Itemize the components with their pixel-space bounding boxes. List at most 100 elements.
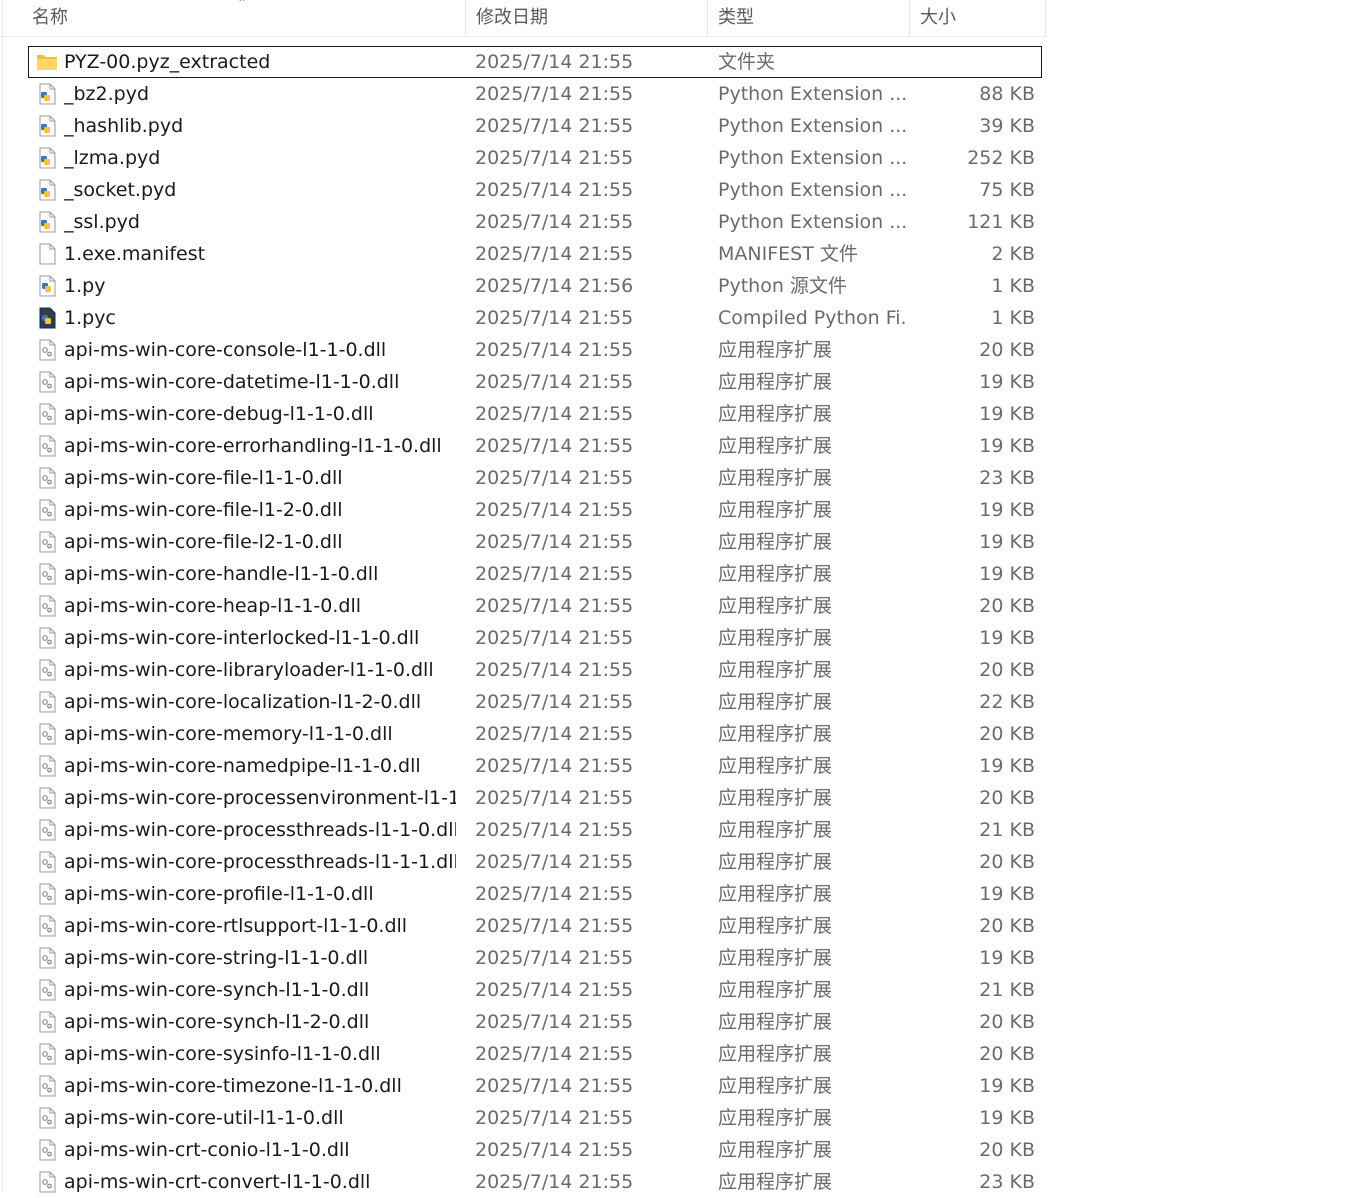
file-name: api-ms-win-core-profile-l1-1-0.dll (64, 883, 374, 905)
dll-icon (36, 339, 58, 361)
file-type: 应用程序扩展 (718, 1139, 833, 1161)
file-name: api-ms-win-core-processenvironment-l1-1-… (64, 787, 456, 809)
file-date: 2025/7/14 21:55 (475, 1075, 634, 1097)
file-row[interactable]: api-ms-win-core-file-l2-1-0.dll 2025/7/14… (0, 526, 1046, 558)
dll-icon (36, 499, 58, 521)
dll-icon (36, 595, 58, 617)
file-type: Python Extension ... (718, 147, 908, 169)
file-row[interactable]: api-ms-win-core-sysinfo-l1-1-0.dll 2025/7… (0, 1038, 1046, 1070)
file-type: 应用程序扩展 (718, 851, 833, 873)
python-extension-icon (36, 179, 58, 201)
file-name: api-ms-win-core-handle-l1-1-0.dll (64, 563, 379, 585)
file-row[interactable]: _bz2.pyd 2025/7/14 21:55 Python Extension … (0, 78, 1046, 110)
file-type: 文件夹 (718, 51, 776, 73)
file-name: _hashlib.pyd (64, 115, 184, 137)
file-row[interactable]: api-ms-win-core-rtlsupport-l1-1-0.dll 202… (0, 910, 1046, 942)
file-date: 2025/7/14 21:55 (475, 147, 634, 169)
file-date: 2025/7/14 21:55 (475, 883, 634, 905)
column-header-date[interactable]: 修改日期 (466, 0, 708, 36)
dll-icon (36, 659, 58, 681)
file-row[interactable]: _hashlib.pyd 2025/7/14 21:55 Python Extens… (0, 110, 1046, 142)
dll-icon (36, 531, 58, 553)
dll-icon (36, 979, 58, 1001)
file-type: 应用程序扩展 (718, 595, 833, 617)
file-date: 2025/7/14 21:55 (475, 1043, 634, 1065)
file-type: 应用程序扩展 (718, 435, 833, 457)
file-type: 应用程序扩展 (718, 819, 833, 841)
file-row[interactable]: api-ms-win-core-synch-l1-1-0.dll 2025/7/1… (0, 974, 1046, 1006)
file-date: 2025/7/14 21:55 (475, 531, 634, 553)
file-date: 2025/7/14 21:55 (475, 115, 634, 137)
file-row[interactable]: _lzma.pyd 2025/7/14 21:55 Python Extension… (0, 142, 1046, 174)
file-row[interactable]: api-ms-win-core-timezone-l1-1-0.dll 2025/… (0, 1070, 1046, 1102)
file-row[interactable]: api-ms-win-core-profile-l1-1-0.dll 2025/7… (0, 878, 1046, 910)
file-date: 2025/7/14 21:55 (475, 979, 634, 1001)
file-size: 20 KB (979, 723, 1035, 745)
file-row-selected[interactable]: PYZ-00.pyz_extracted 2025/7/14 21:55 文件夹 (0, 46, 1046, 78)
file-name: api-ms-win-core-sysinfo-l1-1-0.dll (64, 1043, 381, 1065)
dll-icon (36, 819, 58, 841)
file-size: 1 KB (991, 275, 1035, 297)
file-row[interactable]: api-ms-win-core-synch-l1-2-0.dll 2025/7/1… (0, 1006, 1046, 1038)
column-header-size[interactable]: 大小 (910, 0, 1046, 36)
file-date: 2025/7/14 21:55 (475, 755, 634, 777)
file-row[interactable]: api-ms-win-core-processthreads-l1-1-0.dl… (0, 814, 1046, 846)
file-row[interactable]: api-ms-win-core-util-l1-1-0.dll 2025/7/14… (0, 1102, 1046, 1134)
file-row[interactable]: _socket.pyd 2025/7/14 21:55 Python Extensi… (0, 174, 1046, 206)
file-row[interactable]: api-ms-win-core-errorhandling-l1-1-0.dll… (0, 430, 1046, 462)
dll-icon (36, 403, 58, 425)
file-row[interactable]: _ssl.pyd 2025/7/14 21:55 Python Extension … (0, 206, 1046, 238)
file-row[interactable]: api-ms-win-core-localization-l1-2-0.dll 2… (0, 686, 1046, 718)
file-row[interactable]: api-ms-win-crt-conio-l1-1-0.dll 2025/7/14… (0, 1134, 1046, 1166)
file-date: 2025/7/14 21:55 (475, 819, 634, 841)
file-date: 2025/7/14 21:55 (475, 915, 634, 937)
dll-icon (36, 915, 58, 937)
blank-file-icon (36, 243, 58, 265)
file-row[interactable]: api-ms-win-core-memory-l1-1-0.dll 2025/7/… (0, 718, 1046, 750)
column-header-type[interactable]: 类型 (708, 0, 910, 36)
file-date: 2025/7/14 21:55 (475, 595, 634, 617)
file-size: 20 KB (979, 851, 1035, 873)
file-date: 2025/7/14 21:55 (475, 563, 634, 585)
python-extension-icon (36, 211, 58, 233)
file-row[interactable]: api-ms-win-core-file-l1-1-0.dll 2025/7/14… (0, 462, 1046, 494)
file-row[interactable]: api-ms-win-core-interlocked-l1-1-0.dll 20… (0, 622, 1046, 654)
file-row[interactable]: 1.py 2025/7/14 21:56 Python 源文件 1 KB (0, 270, 1046, 302)
file-size: 19 KB (979, 883, 1035, 905)
file-size: 23 KB (979, 1171, 1035, 1193)
file-row[interactable]: api-ms-win-core-heap-l1-1-0.dll 2025/7/14… (0, 590, 1046, 622)
file-date: 2025/7/14 21:55 (475, 1011, 634, 1033)
file-row[interactable]: api-ms-win-core-console-l1-1-0.dll 2025/7… (0, 334, 1046, 366)
file-size: 19 KB (979, 627, 1035, 649)
file-type: 应用程序扩展 (718, 691, 833, 713)
file-row[interactable]: api-ms-win-crt-convert-l1-1-0.dll 2025/7/… (0, 1166, 1046, 1198)
file-name: api-ms-win-core-string-l1-1-0.dll (64, 947, 369, 969)
file-size: 20 KB (979, 595, 1035, 617)
file-row[interactable]: api-ms-win-core-string-l1-1-0.dll 2025/7/… (0, 942, 1046, 974)
file-size: 20 KB (979, 659, 1035, 681)
file-row[interactable]: api-ms-win-core-debug-l1-1-0.dll 2025/7/1… (0, 398, 1046, 430)
file-row[interactable]: api-ms-win-core-namedpipe-l1-1-0.dll 2025… (0, 750, 1046, 782)
dll-icon (36, 563, 58, 585)
file-name: api-ms-win-core-localization-l1-2-0.dll (64, 691, 422, 713)
file-name: 1.pyc (64, 307, 116, 329)
file-date: 2025/7/14 21:55 (475, 307, 634, 329)
file-row[interactable]: api-ms-win-core-file-l1-2-0.dll 2025/7/14… (0, 494, 1046, 526)
file-size: 19 KB (979, 1075, 1035, 1097)
file-row[interactable]: api-ms-win-core-processthreads-l1-1-1.dl… (0, 846, 1046, 878)
file-row[interactable]: api-ms-win-core-processenvironment-l1-1-… (0, 782, 1046, 814)
file-type: Python Extension ... (718, 179, 908, 201)
file-row[interactable]: 1.pyc 2025/7/14 21:55 Compiled Python Fi..… (0, 302, 1046, 334)
file-size: 121 KB (967, 211, 1035, 233)
file-date: 2025/7/14 21:55 (475, 627, 634, 649)
file-type: 应用程序扩展 (718, 371, 833, 393)
dll-icon (36, 755, 58, 777)
file-size: 20 KB (979, 1139, 1035, 1161)
file-date: 2025/7/14 21:55 (475, 723, 634, 745)
file-row[interactable]: api-ms-win-core-libraryloader-l1-1-0.dll… (0, 654, 1046, 686)
file-type: 应用程序扩展 (718, 755, 833, 777)
file-row[interactable]: 1.exe.manifest 2025/7/14 21:55 MANIFEST 文件… (0, 238, 1046, 270)
file-date: 2025/7/14 21:55 (475, 83, 634, 105)
file-row[interactable]: api-ms-win-core-datetime-l1-1-0.dll 2025/… (0, 366, 1046, 398)
file-row[interactable]: api-ms-win-core-handle-l1-1-0.dll 2025/7/… (0, 558, 1046, 590)
